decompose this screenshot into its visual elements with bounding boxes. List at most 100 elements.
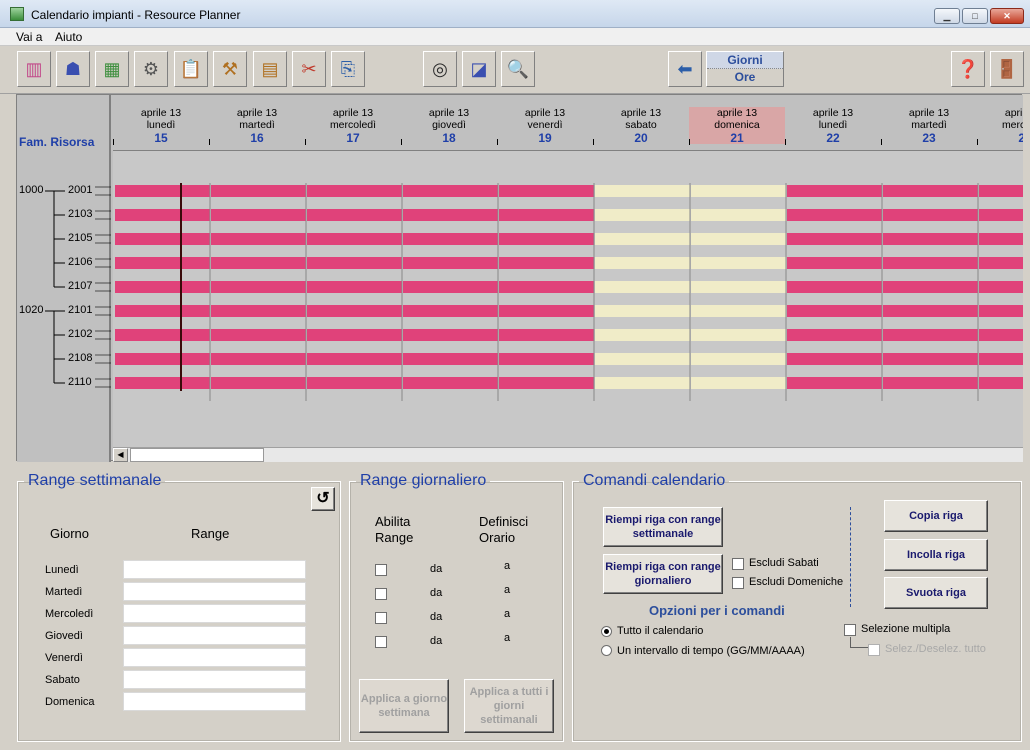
calendar-cell[interactable]	[979, 353, 1023, 365]
calendar-cell[interactable]	[787, 305, 882, 317]
scroll-thumb[interactable]	[130, 448, 264, 462]
option-interval-radio[interactable]	[601, 645, 612, 656]
tools-cross-button[interactable]: ✂	[292, 51, 326, 87]
minimize-button[interactable]: ▁	[934, 8, 960, 24]
calendar-cell[interactable]	[307, 377, 402, 389]
scroll-left-icon[interactable]: ◀	[113, 448, 128, 462]
calendar-cell[interactable]	[403, 353, 498, 365]
calendar-cell[interactable]	[403, 257, 498, 269]
calendar-cell[interactable]	[595, 233, 690, 245]
maximize-button[interactable]: □	[962, 8, 988, 24]
calendar-cell[interactable]	[979, 305, 1023, 317]
calendar-cell[interactable]	[115, 353, 210, 365]
calendar-cell[interactable]	[979, 233, 1023, 245]
staff-button[interactable]: ☗	[56, 51, 90, 87]
calendar-cell[interactable]	[883, 377, 978, 389]
select-all-checkbox[interactable]	[868, 644, 880, 656]
calendar-cell[interactable]	[787, 329, 882, 341]
help-book-button[interactable]: ❓	[951, 51, 985, 87]
calendar-cell[interactable]	[883, 257, 978, 269]
option-all-calendar-radio[interactable]	[601, 626, 612, 637]
magnifier-button[interactable]: 🔍	[501, 51, 535, 87]
calendar-cell[interactable]	[595, 329, 690, 341]
calendar-cell[interactable]	[115, 377, 210, 389]
calendar-cell[interactable]	[691, 257, 786, 269]
calendar-cell[interactable]	[211, 233, 306, 245]
network-button[interactable]: ⎘	[331, 51, 365, 87]
calendar-cell[interactable]	[499, 257, 594, 269]
calendar-cell[interactable]	[403, 185, 498, 197]
calendar-cell[interactable]	[883, 353, 978, 365]
calendar-cell[interactable]	[595, 353, 690, 365]
calendar-cell[interactable]	[403, 329, 498, 341]
apply-all-weekdays-button[interactable]: Applica a tutti i giorni settimanali	[464, 679, 554, 733]
calendar-cell[interactable]	[211, 281, 306, 293]
calendar-cell[interactable]	[499, 185, 594, 197]
calendar-cell[interactable]	[787, 377, 882, 389]
weekday-range-input[interactable]	[123, 692, 306, 711]
calendar-cell[interactable]	[979, 329, 1023, 341]
calendar-cell[interactable]	[403, 233, 498, 245]
multi-select-checkbox[interactable]	[844, 624, 856, 636]
calendar-cell[interactable]	[691, 377, 786, 389]
calendar-cell[interactable]	[979, 281, 1023, 293]
calendar-cell[interactable]	[979, 377, 1023, 389]
calendar-cell[interactable]	[307, 233, 402, 245]
weekday-range-input[interactable]	[123, 626, 306, 645]
calendar-cell[interactable]	[787, 185, 882, 197]
calendar-cell[interactable]	[691, 209, 786, 221]
calendar-cell[interactable]	[115, 185, 210, 197]
exclude-sundays-checkbox[interactable]	[732, 577, 744, 589]
fill-row-daily-button[interactable]: Riempi riga con range giornaliero	[603, 554, 723, 594]
calendar-cell[interactable]	[691, 305, 786, 317]
copy-row-button[interactable]: Copia riga	[884, 500, 988, 532]
gantt-chart-button[interactable]: ▥	[17, 51, 51, 87]
calendar-cell[interactable]	[211, 329, 306, 341]
calendar-cell[interactable]	[211, 257, 306, 269]
ore-button[interactable]: Ore	[707, 69, 783, 86]
calendar-cell[interactable]	[979, 257, 1023, 269]
calendar-cell[interactable]	[595, 209, 690, 221]
calendar-cell[interactable]	[595, 257, 690, 269]
paste-row-button[interactable]: Incolla riga	[884, 539, 988, 571]
calendar-cell[interactable]	[979, 209, 1023, 221]
sunglasses-button[interactable]: ◎	[423, 51, 457, 87]
enable-range-checkbox[interactable]	[375, 564, 387, 576]
calendar-cell[interactable]	[307, 257, 402, 269]
calendar-grid-button[interactable]: ▦	[95, 51, 129, 87]
menu-aiuto[interactable]: Aiuto	[55, 30, 82, 44]
calendar-cell[interactable]	[307, 209, 402, 221]
calendar-cell[interactable]	[307, 353, 402, 365]
tools-button[interactable]: ⚒	[213, 51, 247, 87]
calendar-cell[interactable]	[883, 185, 978, 197]
calendar-cell[interactable]	[403, 305, 498, 317]
calendar-cell[interactable]	[499, 281, 594, 293]
weekday-range-input[interactable]	[123, 648, 306, 667]
calendar-cell[interactable]	[307, 185, 402, 197]
calendar-cell[interactable]	[403, 209, 498, 221]
calendar-cell[interactable]	[499, 329, 594, 341]
calendar-cell[interactable]	[403, 281, 498, 293]
calendar-cell[interactable]	[595, 305, 690, 317]
clear-row-button[interactable]: Svuota riga	[884, 577, 988, 609]
calendar-cell[interactable]	[307, 305, 402, 317]
close-button[interactable]: ✕	[990, 8, 1024, 24]
calendar-cell[interactable]	[595, 185, 690, 197]
calendar-cell[interactable]	[403, 377, 498, 389]
clipboard-button[interactable]: 📋	[174, 51, 208, 87]
calendar-cell[interactable]	[883, 233, 978, 245]
calendar-cell[interactable]	[691, 281, 786, 293]
horizontal-scrollbar[interactable]: ◀	[113, 447, 1023, 462]
calendar-cell[interactable]	[211, 377, 306, 389]
calendar-cell[interactable]	[307, 329, 402, 341]
gears-button[interactable]: ⚙	[134, 51, 168, 87]
calendar-cell[interactable]	[979, 185, 1023, 197]
calendar-cell[interactable]	[115, 233, 210, 245]
calendar-cell[interactable]	[787, 209, 882, 221]
apply-weekday-button[interactable]: Applica a giorno settimana	[359, 679, 449, 733]
calendar-cell[interactable]	[787, 281, 882, 293]
exit-door-button[interactable]: 🚪	[990, 51, 1024, 87]
calendar-cell[interactable]	[499, 377, 594, 389]
weekday-range-input[interactable]	[123, 582, 306, 601]
calendar-cell[interactable]	[691, 329, 786, 341]
